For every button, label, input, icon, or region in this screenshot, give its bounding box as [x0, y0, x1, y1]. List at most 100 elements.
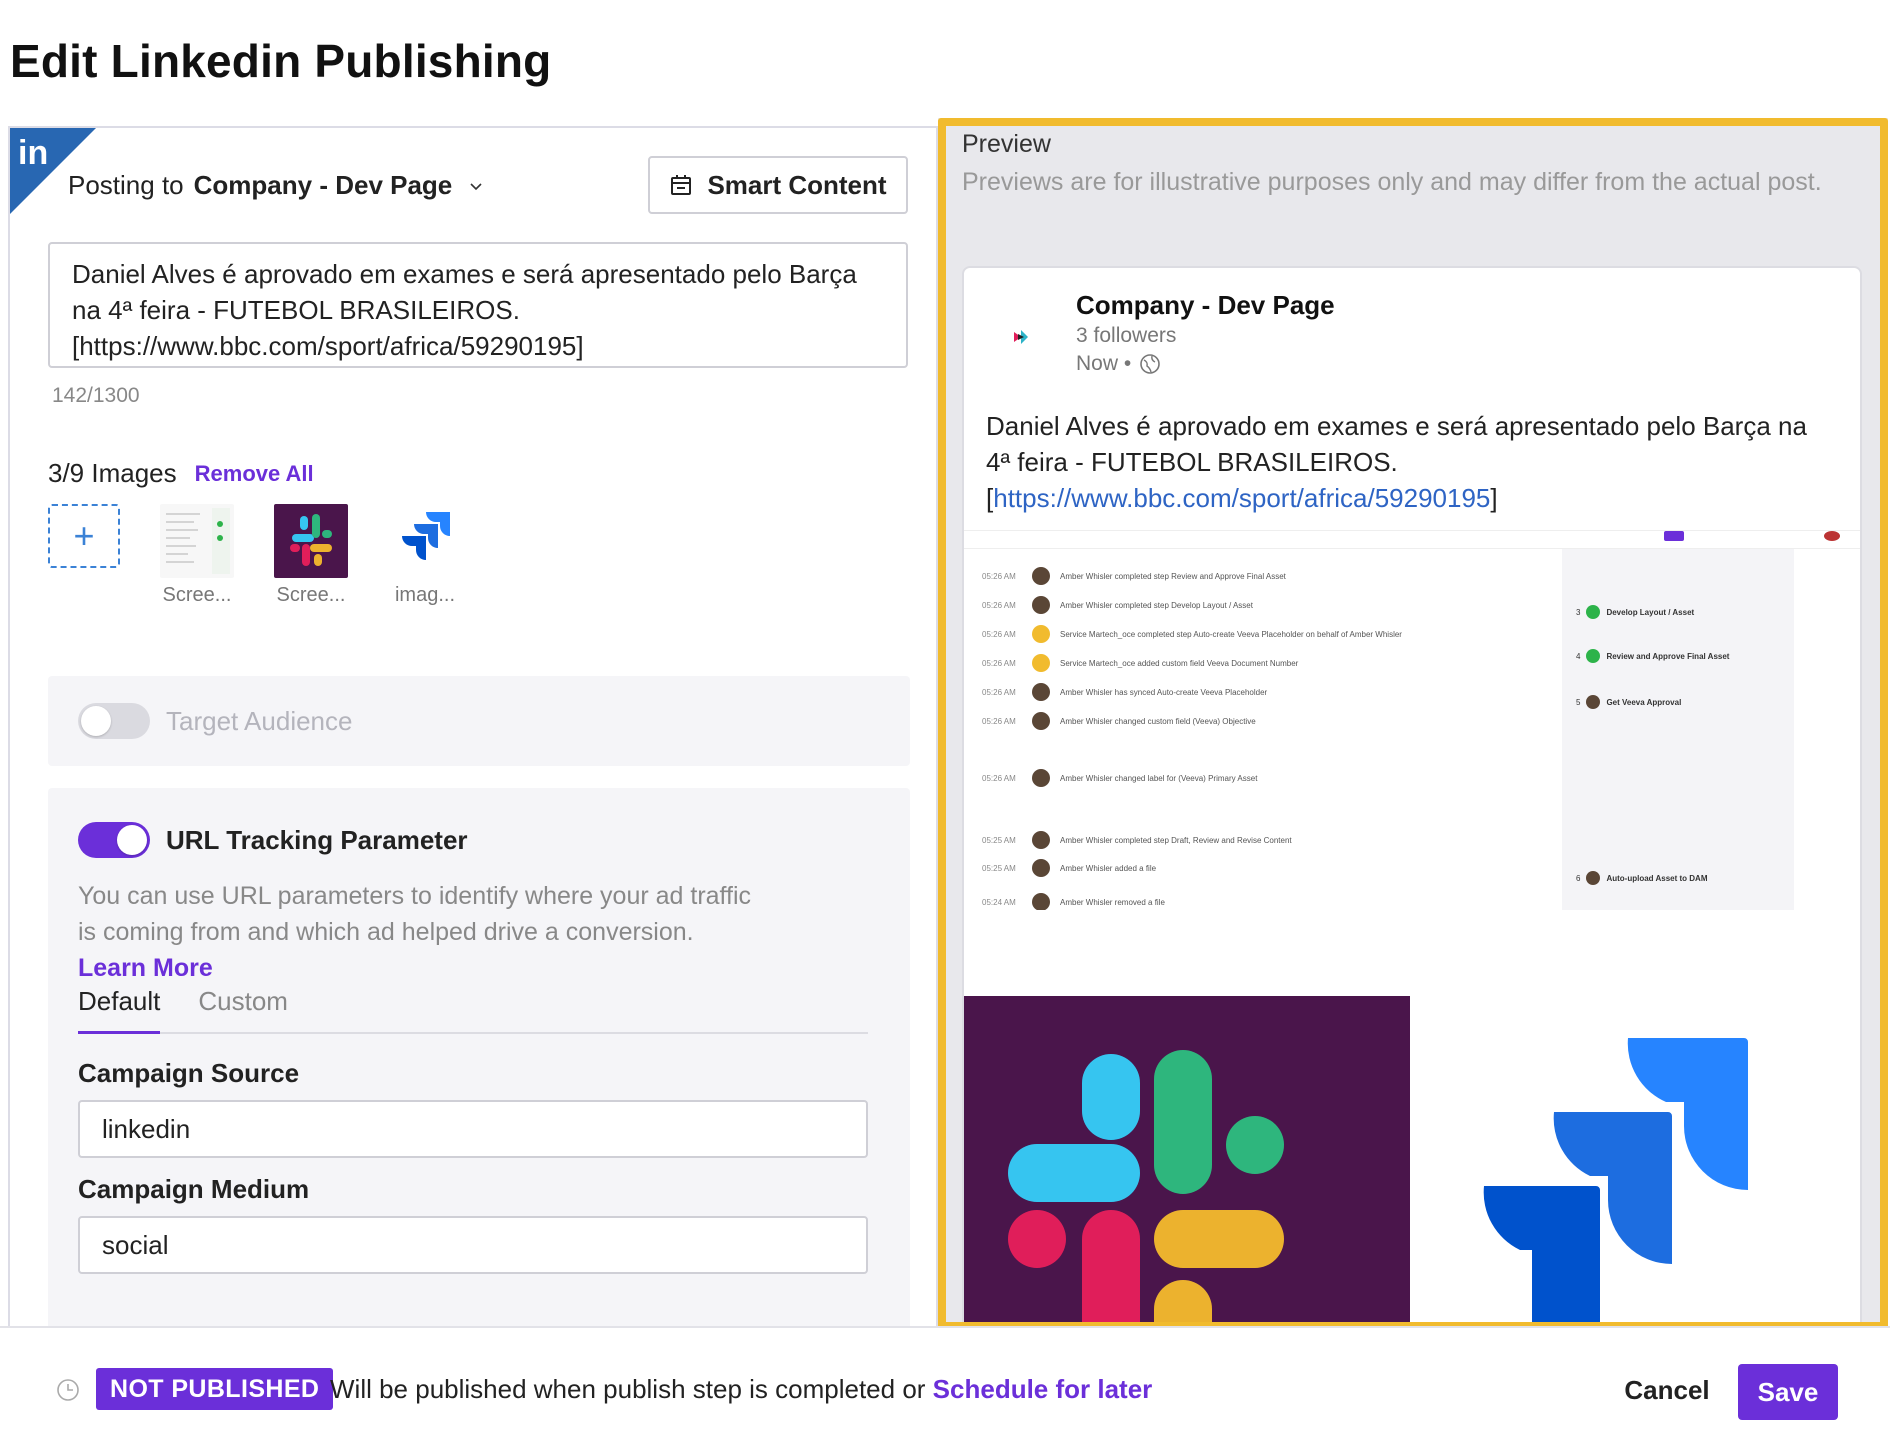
thumb-label: imag... — [394, 584, 456, 606]
check-icon — [1586, 649, 1601, 663]
slack-logo-icon — [964, 996, 1410, 1330]
activity-row: 05:24 AM Amber Whisler removed a file — [982, 893, 1165, 910]
campaign-source-label: Campaign Source — [78, 1058, 300, 1088]
avatar — [1586, 871, 1601, 885]
tab-default[interactable]: Default — [78, 986, 161, 1034]
url-tracking-description: You can use URL parameters to identify w… — [78, 878, 768, 986]
clock-icon — [57, 1379, 79, 1401]
posting-to-selector[interactable]: Posting to Company - Dev Page — [68, 170, 484, 201]
tracking-tabs: Default Custom — [78, 986, 868, 1034]
globe-icon — [1140, 354, 1161, 374]
workflow-step: 6 Auto-upload Asset to DAM — [1576, 871, 1707, 885]
target-audience-section: Target Audience — [48, 676, 910, 766]
tab-custom[interactable]: Custom — [198, 986, 288, 1032]
activity-row: 05:26 AM Amber Whisler changed custom fie… — [982, 712, 1256, 730]
preview-post-text: Daniel Alves é aprovado em exames e será… — [986, 411, 1807, 513]
url-tracking-section: URL Tracking Parameter You can use URL p… — [48, 788, 910, 1326]
thumb-label: Scree... — [276, 584, 346, 606]
avatar — [1032, 712, 1050, 730]
avatar — [1032, 769, 1050, 787]
avatar — [1032, 683, 1050, 701]
images-header: 3/9 Images Remove All — [48, 458, 314, 489]
activity-row: 05:26 AM Amber Whisler completed step Rev… — [982, 567, 1286, 585]
avatar — [1824, 531, 1840, 541]
posting-label: Posting to — [68, 170, 184, 200]
campaign-source-input[interactable] — [78, 1100, 868, 1158]
footer-bar: NOT PUBLISHED Will be published when pub… — [0, 1326, 1890, 1443]
activity-row: 05:26 AM Amber Whisler has synced Auto-cr… — [982, 683, 1267, 701]
schedule-for-later-link[interactable]: Schedule for later — [933, 1374, 1153, 1404]
preview-images-grid — [964, 996, 1860, 1330]
page-title: Edit Linkedin Publishing — [10, 35, 552, 87]
status-text: Will be published when publish step is c… — [330, 1374, 926, 1404]
activity-row: 05:26 AM Amber Whisler changed label for … — [982, 769, 1257, 787]
cancel-button[interactable]: Cancel — [1612, 1364, 1722, 1416]
avatar — [1032, 567, 1050, 585]
preview-text-main: Daniel Alves é aprovado em exames e será… — [986, 411, 1807, 477]
preview-link[interactable]: https://www.bbc.com/sport/africa/5929019… — [993, 483, 1490, 513]
preview-title: Preview — [962, 130, 1051, 158]
thumb-label: Scree... — [162, 584, 232, 606]
company-logo-icon — [1014, 330, 1028, 344]
save-button[interactable]: Save — [1738, 1364, 1838, 1420]
image-thumb[interactable]: imag... — [388, 504, 462, 607]
preview-time: Now • — [1076, 352, 1161, 376]
preview-followers: 3 followers — [1076, 324, 1177, 347]
status-badge: NOT PUBLISHED — [96, 1368, 334, 1410]
smart-content-icon — [671, 175, 692, 195]
avatar — [1032, 831, 1050, 849]
activity-row: 05:25 AM Amber Whisler completed step Dra… — [982, 831, 1292, 849]
target-audience-label: Target Audience — [166, 705, 353, 736]
screenshot-toolbar — [964, 531, 1860, 549]
avatar — [1586, 695, 1601, 709]
editor-panel: in Posting to Company - Dev Page Smart C… — [8, 126, 938, 1326]
preview-image-screenshot: 05:26 AM Amber Whisler completed step Rev… — [964, 530, 1860, 910]
workflow-step: 5 Get Veeva Approval — [1576, 695, 1681, 709]
activity-row: 05:25 AM Amber Whisler added a file — [982, 859, 1156, 877]
chevron-down-icon — [470, 182, 482, 190]
post-text-input[interactable]: Daniel Alves é aprovado em exames e será… — [48, 242, 908, 368]
avatar — [1032, 893, 1050, 910]
url-tracking-toggle[interactable] — [78, 822, 150, 858]
posting-target: Company - Dev Page — [193, 170, 453, 200]
preview-panel: Preview Previews are for illustrative pu… — [938, 118, 1888, 1330]
activity-row: 05:26 AM Service Martech_oce added custom… — [982, 654, 1298, 672]
char-count: 142/1300 — [52, 384, 140, 407]
activity-row: 05:26 AM Amber Whisler completed step Dev… — [982, 596, 1253, 614]
url-tracking-description-text: You can use URL parameters to identify w… — [78, 882, 752, 946]
activity-row: 05:26 AM Service Martech_oce completed st… — [982, 625, 1402, 643]
image-thumb[interactable]: Scree... — [274, 504, 348, 607]
preview-time-text: Now • — [1076, 352, 1132, 375]
post-preview-card: Company - Dev Page 3 followers Now • Dan… — [962, 266, 1862, 1330]
screenshot-thumbnail-icon — [160, 504, 234, 578]
workflow-step: 3 Develop Layout / Asset — [1576, 605, 1694, 619]
linkedin-icon: in — [18, 134, 49, 172]
slack-logo-icon — [274, 504, 348, 578]
images-count: 3/9 Images — [48, 458, 177, 488]
workflow-steps-panel: 3 Develop Layout / Asset 4 Review and Appr… — [1562, 549, 1794, 910]
url-tracking-title: URL Tracking Parameter — [166, 824, 468, 855]
campaign-medium-input[interactable] — [78, 1216, 868, 1274]
status-message: Will be published when publish step is c… — [330, 1374, 1152, 1405]
remove-all-link[interactable]: Remove All — [195, 461, 314, 487]
smart-content-button[interactable]: Smart Content — [648, 156, 908, 214]
jira-logo-icon — [388, 504, 462, 578]
toolbar-icon — [1664, 531, 1684, 541]
add-image-button[interactable]: + — [48, 504, 120, 568]
avatar — [1032, 859, 1050, 877]
preview-company-name: Company - Dev Page — [1076, 290, 1335, 320]
workflow-step: 4 Review and Approve Final Asset — [1576, 649, 1729, 663]
plus-icon: + — [73, 515, 95, 556]
toggle-knob — [117, 825, 147, 855]
smart-content-label: Smart Content — [707, 169, 887, 200]
jira-logo-icon — [1410, 996, 1860, 1330]
avatar — [1032, 654, 1050, 672]
check-icon — [1586, 605, 1601, 619]
avatar — [1032, 596, 1050, 614]
learn-more-link[interactable]: Learn More — [78, 954, 213, 982]
preview-note: Previews are for illustrative purposes o… — [962, 168, 1822, 196]
image-thumb[interactable]: Scree... — [160, 504, 234, 607]
avatar — [1032, 625, 1050, 643]
target-audience-toggle[interactable] — [78, 703, 150, 739]
campaign-medium-label: Campaign Medium — [78, 1174, 310, 1204]
